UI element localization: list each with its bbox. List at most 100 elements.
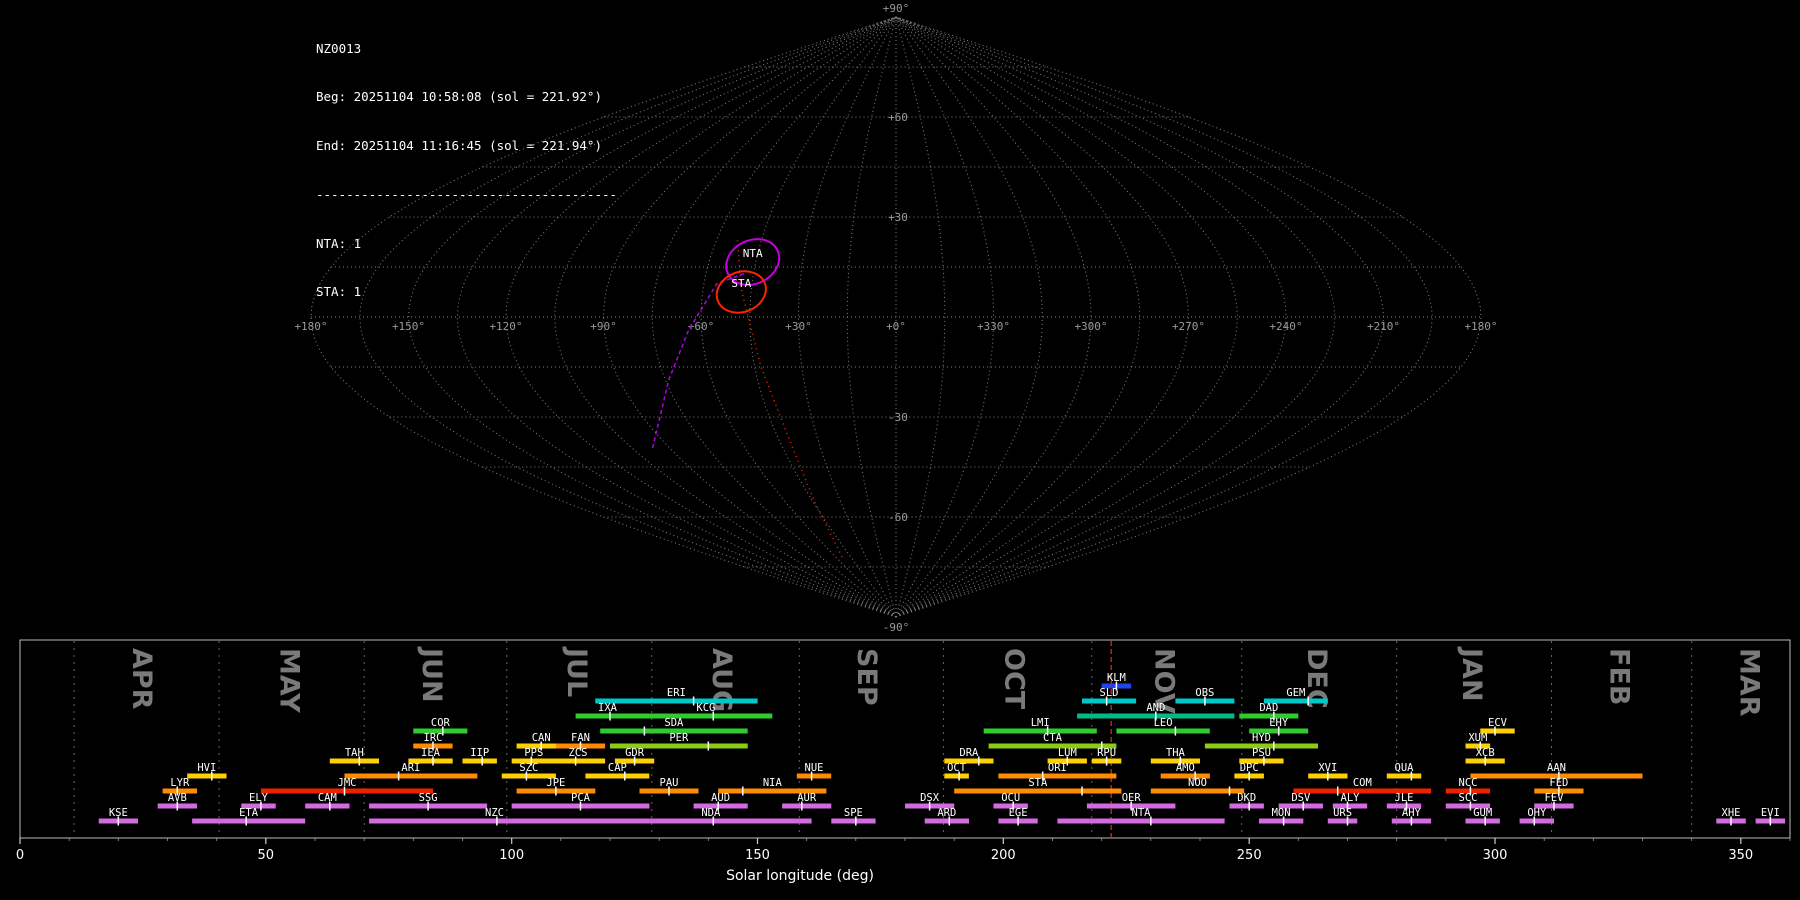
month-label-JUL: JUL — [561, 646, 592, 697]
shower-label-ORI: ORI — [1048, 762, 1067, 774]
shower-bar-STA — [954, 788, 1122, 794]
shower-label-CAN: CAN — [532, 732, 551, 744]
shower-label-NCC: NCC — [1459, 777, 1478, 789]
shower-label-XVI: XVI — [1318, 762, 1337, 774]
shower-label-FED: FED — [1549, 777, 1568, 789]
sta-count: STA: 1 — [316, 284, 362, 300]
shower-bar-CAP — [585, 773, 650, 779]
shower-bar-SPE — [831, 818, 876, 824]
shower-label-THA: THA — [1166, 747, 1186, 759]
shower-label-PAU: PAU — [660, 777, 679, 789]
lon-label: +180° — [1464, 320, 1497, 333]
lon-label: +60° — [688, 320, 715, 333]
radiant-ellipse-NTA — [725, 238, 781, 286]
shower-label-NUE: NUE — [805, 762, 824, 774]
month-label-FEB: FEB — [1603, 648, 1634, 705]
lon-label: +330° — [977, 320, 1010, 333]
shower-label-SLD: SLD — [1100, 687, 1119, 699]
shower-label-FEV: FEV — [1545, 792, 1565, 804]
shower-label-CTA: CTA — [1043, 732, 1063, 744]
shower-bar-AUR — [782, 803, 832, 809]
plot-canvas: +180° +150° +120° +90° +60° +30° +0° +330° +300°… — [16, 2, 1791, 884]
shower-label-OBS: OBS — [1195, 687, 1214, 699]
shower-label-LYR: LYR — [170, 777, 190, 789]
shower-label-SZC: SZC — [519, 762, 538, 774]
shower-label-AUD: AUD — [711, 792, 730, 804]
shower-label-SPE: SPE — [844, 807, 863, 819]
shower-label-EHY: EHY — [1269, 717, 1289, 729]
shower-label-DAD: DAD — [1259, 702, 1278, 714]
shower-label-ELY: ELY — [249, 792, 269, 804]
shower-label-AUR: AUR — [797, 792, 817, 804]
radiant-drift-trail-STA — [736, 240, 845, 561]
lat-label: +60 — [888, 111, 908, 124]
x-tick-label: 350 — [1728, 848, 1753, 863]
month-label-JAN: JAN — [1456, 646, 1487, 702]
shower-bar-NZC — [369, 818, 620, 824]
shower-label-HYD: HYD — [1252, 732, 1271, 744]
shower-label-STA: STA — [1028, 777, 1048, 789]
shower-label-PER: PER — [669, 732, 689, 744]
shower-label-LMI: LMI — [1031, 717, 1050, 729]
shower-bar-CAM — [305, 803, 350, 809]
shower-label-ETA: ETA — [239, 807, 259, 819]
shower-bar-JMC — [260, 788, 433, 794]
shower-bar-ERI — [595, 698, 758, 704]
lon-label: +270° — [1172, 320, 1205, 333]
shower-label-IEA: IEA — [421, 747, 441, 759]
shower-label-KLM: KLM — [1107, 672, 1126, 684]
shower-bar-NUE — [796, 773, 832, 779]
month-label-APR: APR — [126, 648, 157, 710]
shower-label-ARD: ARD — [937, 807, 956, 819]
shower-label-PSU: PSU — [1252, 747, 1271, 759]
shower-label-OCU: OCU — [1001, 792, 1020, 804]
x-tick-label: 300 — [1483, 848, 1508, 863]
shower-label-IXA: IXA — [598, 702, 618, 714]
shower-label-GUM: GUM — [1473, 807, 1492, 819]
lon-label: +0° — [886, 320, 906, 333]
shower-label-EVI: EVI — [1761, 807, 1780, 819]
shower-label-CAM: CAM — [318, 792, 337, 804]
shower-label-SSG: SSG — [419, 792, 438, 804]
x-tick-label: 250 — [1237, 848, 1262, 863]
lat-label: -30 — [888, 411, 908, 424]
shower-label-XHE: XHE — [1722, 807, 1741, 819]
shower-bar-MON — [1259, 818, 1304, 824]
shower-label-RPU: RPU — [1097, 747, 1116, 759]
month-label-OCT: OCT — [999, 648, 1030, 710]
shower-label-JMC: JMC — [338, 777, 357, 789]
shower-label-PPS: PPS — [524, 747, 543, 759]
shower-bar-ARI — [344, 773, 478, 779]
activity-chart: APR MAY JUN JUL AUG SEP OCT NOV DEC JAN FEB MARKLME… — [16, 639, 1791, 884]
shower-label-DRA: DRA — [959, 747, 979, 759]
shower-label-NTA: NTA — [1132, 807, 1152, 819]
x-tick-label: 200 — [991, 848, 1016, 863]
shower-label-ARI: ARI — [401, 762, 420, 774]
shower-label-ERI: ERI — [667, 687, 686, 699]
shower-label-NOO: NOO — [1188, 777, 1207, 789]
shower-label-HVI: HVI — [197, 762, 216, 774]
pole-label-top: +90° — [883, 2, 910, 15]
shower-label-JPE: JPE — [546, 777, 565, 789]
nta-count: NTA: 1 — [316, 235, 362, 251]
x-axis-label: Solar longitude (deg) — [726, 868, 874, 884]
shower-label-LUM: LUM — [1058, 747, 1077, 759]
x-tick-label: 0 — [16, 848, 24, 863]
shower-label-NIA: NIA — [763, 777, 783, 789]
shower-label-OCT: OCT — [947, 762, 967, 774]
lat-label: -60 — [888, 511, 908, 524]
lon-label: +210° — [1367, 320, 1400, 333]
shower-label-COR: COR — [431, 717, 451, 729]
shower-bar-NDA — [610, 818, 812, 824]
meridian-line — [895, 16, 1092, 618]
shower-label-QUA: QUA — [1395, 762, 1415, 774]
shower-label-XUM: XUM — [1468, 732, 1487, 744]
shower-bar-TAH — [329, 758, 379, 764]
shower-label-PCA: PCA — [571, 792, 591, 804]
shower-bar-ETA — [192, 818, 306, 824]
shower-bar-IXA — [575, 713, 640, 719]
shower-bar-ZCS — [551, 758, 606, 764]
shower-label-CAP: CAP — [608, 762, 627, 774]
shower-label-TAH: TAH — [345, 747, 364, 759]
shower-label-EGE: EGE — [1009, 807, 1028, 819]
